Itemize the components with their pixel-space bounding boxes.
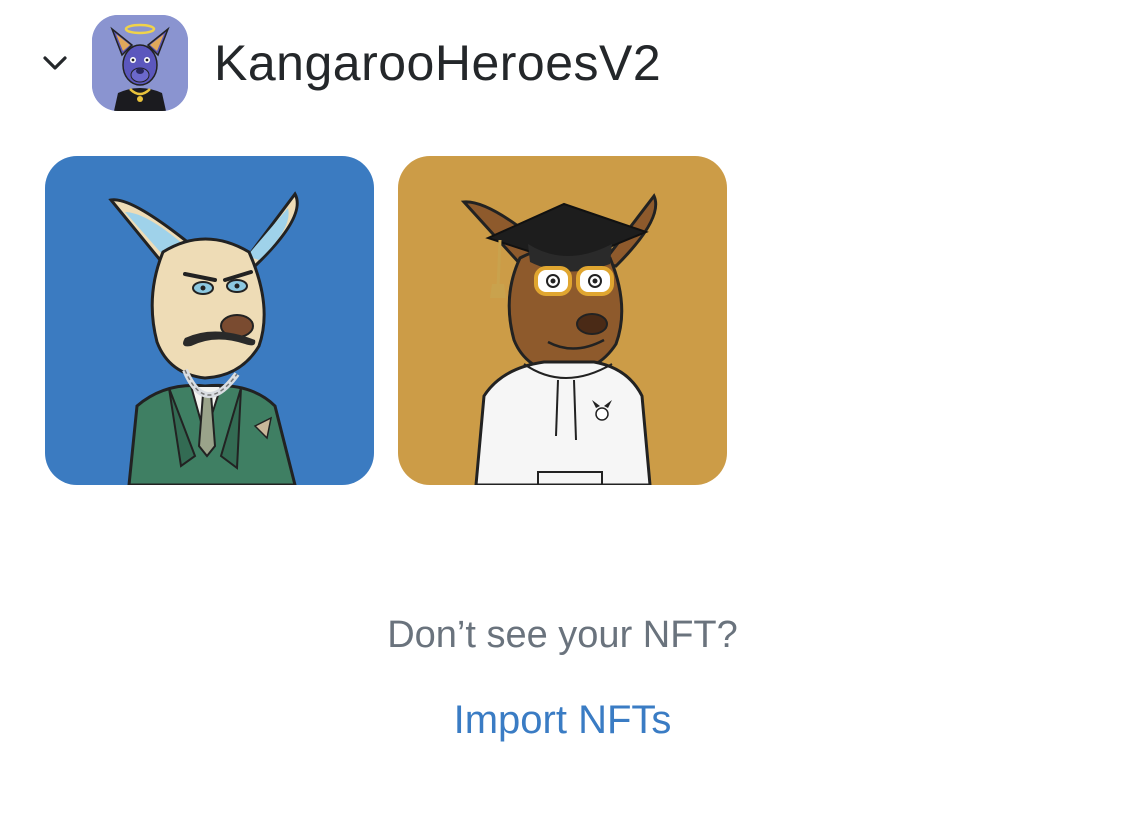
collection-header[interactable]: KangarooHeroesV2 xyxy=(40,14,661,112)
nft-collection-view: KangarooHeroesV2 Don’t see your NFT? Imp… xyxy=(0,0,1125,833)
nft-grid xyxy=(45,156,727,485)
collection-avatar xyxy=(92,15,188,111)
import-nfts-link[interactable]: Import NFTs xyxy=(0,698,1125,743)
empty-state-hint: Don’t see your NFT? xyxy=(387,614,738,656)
kangaroo-suit-nft-image xyxy=(45,156,374,485)
collection-name: KangarooHeroesV2 xyxy=(214,35,662,91)
kangaroo-graduate-nft-image xyxy=(398,156,727,485)
nft-tile[interactable] xyxy=(45,156,374,485)
nft-tile[interactable] xyxy=(398,156,727,485)
chevron-down-icon[interactable] xyxy=(40,48,70,78)
